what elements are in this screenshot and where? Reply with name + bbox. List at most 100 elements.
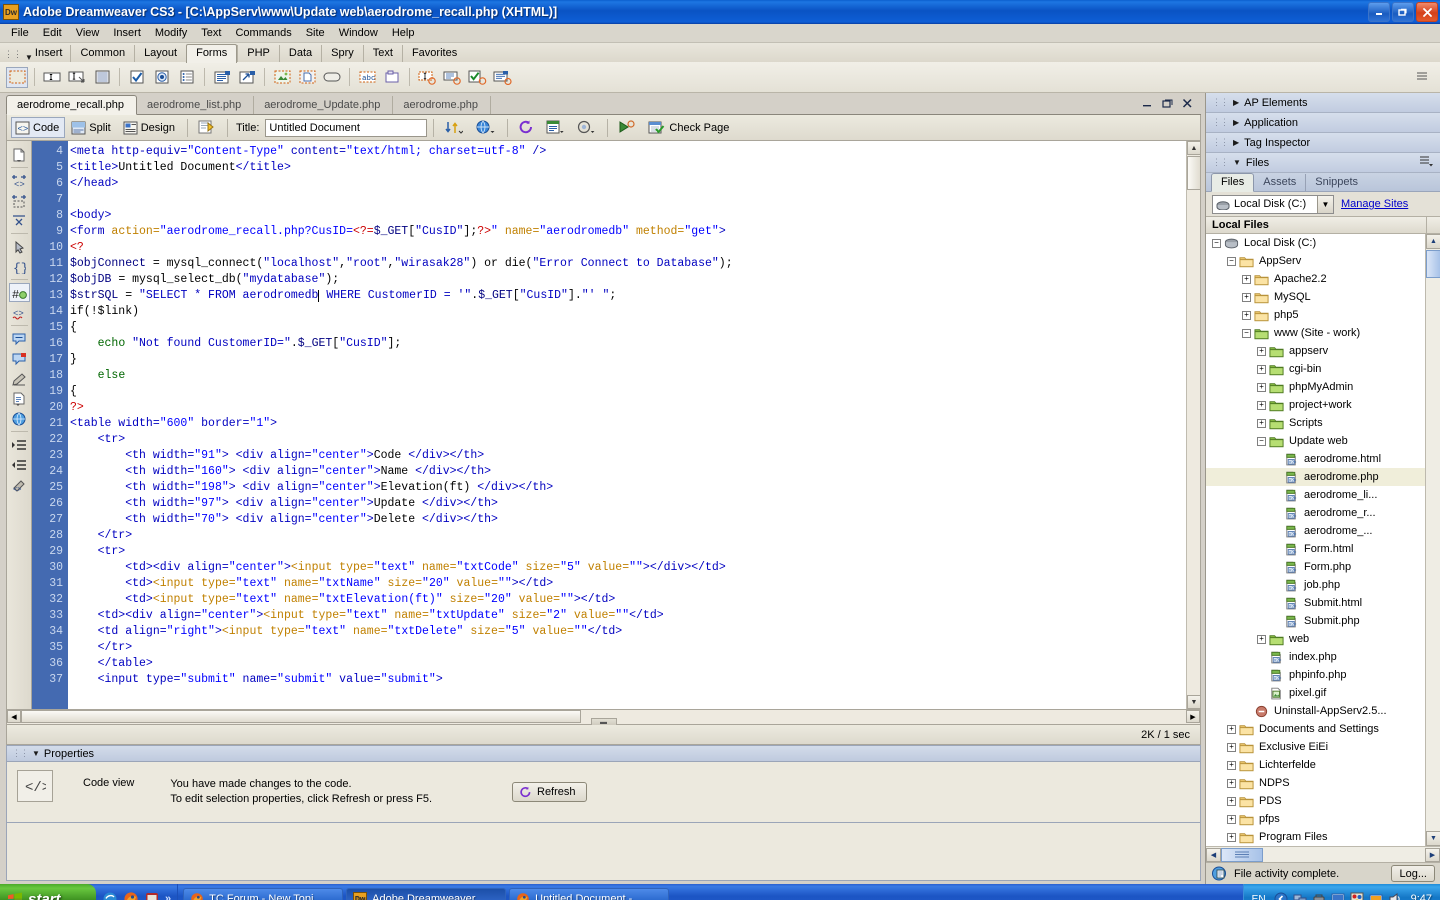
file-tree-row[interactable]: pixel.gif bbox=[1206, 684, 1440, 702]
code-line[interactable]: } bbox=[70, 352, 1186, 368]
menu-item-site[interactable]: Site bbox=[299, 25, 332, 41]
insert-tab-data[interactable]: Data bbox=[278, 45, 321, 62]
file-tree-row[interactable]: + MySQL bbox=[1206, 288, 1440, 306]
tree-expand-icon[interactable]: + bbox=[1257, 364, 1266, 374]
log-button[interactable]: Log... bbox=[1391, 865, 1435, 882]
taskbar-clock[interactable]: 9:47 bbox=[1411, 893, 1432, 900]
button-icon[interactable] bbox=[321, 67, 343, 88]
panel-grip-icon[interactable]: ⋮⋮ bbox=[1212, 157, 1229, 168]
code-line[interactable]: ?> bbox=[70, 400, 1186, 416]
code-line[interactable]: <th width="97"> <div align="center">Upda… bbox=[70, 496, 1186, 512]
wrap-tag-icon[interactable] bbox=[9, 369, 30, 388]
hscroll-thumb[interactable] bbox=[21, 710, 581, 723]
preview-in-browser-icon[interactable] bbox=[471, 117, 501, 138]
expand-all-icon[interactable] bbox=[9, 211, 30, 230]
tree-expand-icon[interactable]: + bbox=[1257, 346, 1266, 356]
live-view-icon[interactable] bbox=[194, 117, 221, 138]
design-view-button[interactable]: Design bbox=[119, 117, 181, 138]
balance-braces-icon[interactable]: {} bbox=[9, 257, 30, 276]
split-view-button[interactable]: Split bbox=[67, 117, 116, 138]
file-tree-row[interactable]: <?> Submit.php bbox=[1206, 612, 1440, 630]
file-tree-row[interactable]: <?> job.php bbox=[1206, 576, 1440, 594]
tree-hscroll-track[interactable] bbox=[1221, 847, 1425, 862]
file-tree-row[interactable]: + Apache2.2 bbox=[1206, 270, 1440, 288]
code-line[interactable]: else bbox=[70, 368, 1186, 384]
code-line[interactable]: <table width="600" border="1"> bbox=[70, 416, 1186, 432]
code-line[interactable]: <th width="91"> <div align="center">Code… bbox=[70, 448, 1186, 464]
menu-item-commands[interactable]: Commands bbox=[228, 25, 298, 41]
visual-aids-icon[interactable] bbox=[572, 117, 601, 138]
code-line[interactable]: </table> bbox=[70, 656, 1186, 672]
scroll-thumb[interactable] bbox=[1187, 156, 1200, 190]
spry-select-icon[interactable] bbox=[491, 67, 513, 88]
fieldset-icon[interactable] bbox=[381, 67, 403, 88]
file-tree-row[interactable]: <?> Form.php bbox=[1206, 558, 1440, 576]
check-page-button[interactable]: Check Page bbox=[644, 117, 735, 138]
code-view-button[interactable]: <> Code bbox=[11, 117, 66, 138]
recent-snippets-icon[interactable] bbox=[9, 389, 30, 408]
code-line[interactable]: <th width="160"> <div align="center">Nam… bbox=[70, 464, 1186, 480]
scroll-down-arrow-icon[interactable]: ▼ bbox=[1426, 831, 1440, 846]
doc-minimize-button[interactable] bbox=[1142, 98, 1153, 111]
file-tree-row[interactable]: + Documents and Settings bbox=[1206, 720, 1440, 738]
menu-item-edit[interactable]: Edit bbox=[36, 25, 69, 41]
remove-comment-icon[interactable] bbox=[9, 349, 30, 368]
scroll-down-arrow-icon[interactable]: ▼ bbox=[1187, 695, 1200, 709]
panel-files-header[interactable]: ⋮⋮ ▼ Files bbox=[1206, 153, 1440, 173]
validate-markup-icon[interactable] bbox=[614, 117, 642, 138]
insert-bar-overflow[interactable] bbox=[1416, 71, 1434, 83]
file-tree-row[interactable]: + web bbox=[1206, 630, 1440, 648]
file-tree-row[interactable]: + phpMyAdmin bbox=[1206, 378, 1440, 396]
tree-vertical-scrollbar[interactable]: ▲ ▼ bbox=[1425, 234, 1440, 846]
quick-launch-overflow-icon[interactable]: » bbox=[165, 893, 171, 900]
scroll-up-arrow-icon[interactable]: ▲ bbox=[1187, 141, 1200, 155]
code-line[interactable]: <th width="198"> <div align="center">Ele… bbox=[70, 480, 1186, 496]
file-tree-row[interactable]: <?> aerodrome.html bbox=[1206, 450, 1440, 468]
code-line[interactable]: <th width="70"> <div align="center">Dele… bbox=[70, 512, 1186, 528]
code-line[interactable]: $strSQL = "SELECT * FROM aerodromedb WHE… bbox=[70, 288, 1186, 304]
tray-language-indicator[interactable]: EN bbox=[1252, 894, 1266, 900]
tree-expand-icon[interactable]: + bbox=[1257, 634, 1266, 644]
code-line[interactable]: echo "Not found CustomerID=".$_GET["CusI… bbox=[70, 336, 1186, 352]
file-tree-row[interactable]: Uninstall-AppServ2.5... bbox=[1206, 702, 1440, 720]
tree-expand-icon[interactable]: + bbox=[1227, 742, 1236, 752]
code-line[interactable]: <td><input type="text" name="txtElevatio… bbox=[70, 592, 1186, 608]
code-line[interactable]: <td><input type="text" name="txtName" si… bbox=[70, 576, 1186, 592]
file-tree-row[interactable]: + NDPS bbox=[1206, 774, 1440, 792]
file-tree-row[interactable]: + PDS bbox=[1206, 792, 1440, 810]
open-documents-icon[interactable] bbox=[9, 145, 30, 164]
panel-application[interactable]: ⋮⋮ ▶ Application bbox=[1206, 113, 1440, 133]
tree-expand-icon[interactable]: + bbox=[1242, 274, 1251, 284]
menu-item-text[interactable]: Text bbox=[194, 25, 228, 41]
chevron-right-icon[interactable]: ▶ bbox=[1233, 98, 1239, 107]
code-line[interactable]: <tr> bbox=[70, 432, 1186, 448]
view-options-icon[interactable] bbox=[542, 117, 570, 138]
insert-collapse-icon[interactable]: ▼ bbox=[25, 53, 33, 62]
file-management-icon[interactable] bbox=[440, 117, 469, 138]
insert-tab-favorites[interactable]: Favorites bbox=[401, 45, 466, 62]
scroll-right-arrow-icon[interactable]: ▶ bbox=[1425, 847, 1440, 862]
files-tab-files[interactable]: Files bbox=[1211, 173, 1255, 192]
format-source-code-icon[interactable]: <> bbox=[9, 475, 30, 494]
image-field-icon[interactable] bbox=[271, 67, 293, 88]
code-line[interactable]: if(!$link) bbox=[70, 304, 1186, 320]
file-tree-row[interactable]: <?> index.php bbox=[1206, 648, 1440, 666]
taskbar-item-untitled-document[interactable]: Untitled Document - ... bbox=[509, 888, 670, 900]
file-tree-row[interactable]: − AppServ bbox=[1206, 252, 1440, 270]
file-tree-row[interactable]: <?> phpinfo.php bbox=[1206, 666, 1440, 684]
file-tree-row[interactable]: − www (Site - work) bbox=[1206, 324, 1440, 342]
list-menu-icon[interactable] bbox=[176, 67, 198, 88]
doc-tab-aerodrome[interactable]: aerodrome.php bbox=[393, 96, 491, 114]
tree-scroll-thumb[interactable] bbox=[1426, 250, 1440, 278]
tree-collapse-icon[interactable]: − bbox=[1212, 238, 1221, 248]
tree-expand-icon[interactable]: + bbox=[1227, 814, 1236, 824]
chevron-right-icon[interactable]: ▶ bbox=[1233, 138, 1239, 147]
code-line[interactable]: { bbox=[70, 384, 1186, 400]
insert-tab-forms[interactable]: Forms bbox=[186, 44, 238, 63]
panel-grip-icon[interactable]: ⋮⋮ bbox=[1212, 137, 1229, 148]
doc-close-button[interactable] bbox=[1182, 98, 1193, 111]
refresh-design-view-icon[interactable] bbox=[514, 117, 540, 138]
panel-grip-icon[interactable]: ⋮⋮ bbox=[12, 748, 29, 759]
apply-comment-icon[interactable] bbox=[9, 329, 30, 348]
radio-button-icon[interactable] bbox=[151, 67, 173, 88]
